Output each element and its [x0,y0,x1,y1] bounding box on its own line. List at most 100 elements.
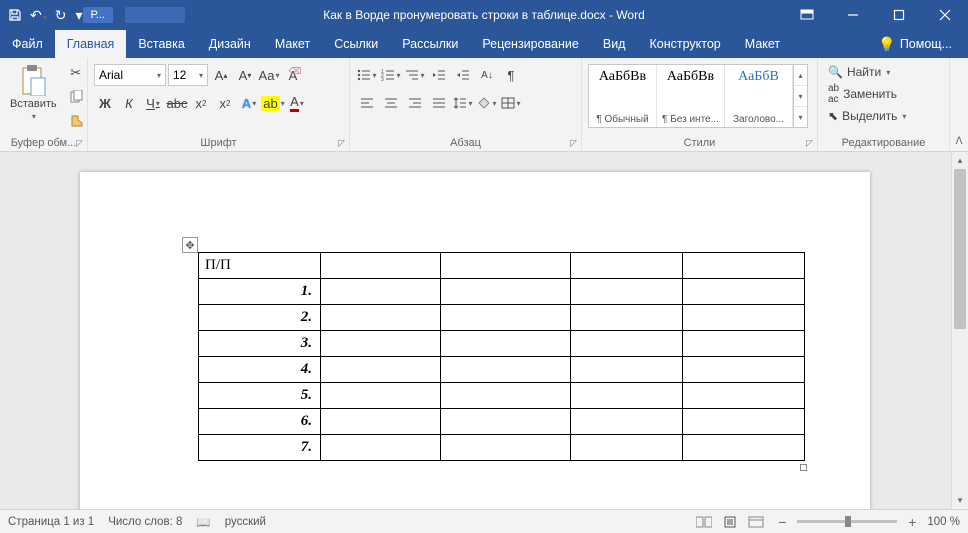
table-cell[interactable]: 7. [199,435,321,461]
redo-icon[interactable]: ↻ [55,7,67,24]
user-badge[interactable]: Р... [83,7,113,23]
table-cell[interactable] [441,279,571,305]
sort-button[interactable]: A↓ [476,64,498,86]
style-no-spacing[interactable]: АаБбВв ¶ Без инте... [657,65,725,127]
tab-insert[interactable]: Вставка [126,30,196,58]
shrink-font-button[interactable]: A▾ [234,64,256,86]
table-cell[interactable] [441,409,571,435]
table-cell[interactable] [571,253,683,279]
cut-button[interactable]: ✂ [65,62,87,84]
close-button[interactable] [922,0,968,30]
maximize-button[interactable] [876,0,922,30]
tab-references[interactable]: Ссылки [322,30,390,58]
table-cell[interactable] [571,305,683,331]
replace-button[interactable]: abacЗаменить [824,82,901,106]
styles-scroll-down[interactable]: ▾ [794,86,807,107]
style-normal[interactable]: АаБбВв ¶ Обычный [589,65,657,127]
tab-mailings[interactable]: Рассылки [390,30,470,58]
grow-font-button[interactable]: A▴ [210,64,232,86]
table-cell[interactable] [683,409,805,435]
line-spacing-button[interactable]: ▾ [452,92,474,114]
zoom-level[interactable]: 100 % [927,516,960,528]
read-mode-button[interactable] [693,513,715,531]
collapse-ribbon-button[interactable]: ᐱ [950,58,968,151]
user-name-area[interactable] [125,7,185,23]
font-dialog-launcher[interactable]: ◸ [338,138,345,149]
table-cell[interactable]: 5. [199,383,321,409]
scroll-thumb[interactable] [954,169,966,329]
italic-button[interactable]: К [118,92,140,114]
table-cell[interactable] [571,409,683,435]
increase-indent-button[interactable] [452,64,474,86]
vertical-scrollbar[interactable]: ▴ ▾ [951,152,968,509]
bullets-button[interactable]: ▾ [356,64,378,86]
clipboard-dialog-launcher[interactable]: ◸ [76,138,83,149]
save-icon[interactable] [8,8,22,22]
tab-table-layout[interactable]: Макет [733,30,792,58]
tab-layout[interactable]: Макет [263,30,322,58]
font-color-button[interactable]: A▾ [286,92,308,114]
paragraph-dialog-launcher[interactable]: ◸ [570,138,577,149]
select-button[interactable]: ⬉Выделить▾ [824,108,910,124]
highlight-button[interactable]: ab▾ [262,92,284,114]
web-layout-button[interactable] [745,513,767,531]
styles-scroll-up[interactable]: ▴ [794,65,807,86]
tab-review[interactable]: Рецензирование [470,30,591,58]
table-cell[interactable]: 2. [199,305,321,331]
table-cell[interactable] [441,305,571,331]
align-left-button[interactable] [356,92,378,114]
scroll-down-button[interactable]: ▾ [952,492,968,509]
table-cell[interactable]: 4. [199,357,321,383]
ribbon-display-options-icon[interactable] [784,0,830,30]
tab-file[interactable]: Файл [0,30,55,58]
tab-table-design[interactable]: Конструктор [637,30,732,58]
styles-gallery[interactable]: АаБбВв ¶ Обычный АаБбВв ¶ Без инте... Аа… [588,64,808,128]
table-cell[interactable] [571,279,683,305]
table-cell[interactable] [683,357,805,383]
qat-customize-icon[interactable]: ▾ [75,7,82,24]
table-header-cell[interactable]: П/П [199,253,321,279]
table-cell[interactable] [571,383,683,409]
clear-formatting-button[interactable]: A⌫ [282,64,304,86]
align-right-button[interactable] [404,92,426,114]
strikethrough-button[interactable]: abc [166,92,188,114]
change-case-button[interactable]: Aa▾ [258,64,280,86]
table-cell[interactable] [683,435,805,461]
table-move-handle[interactable]: ✥ [182,237,198,253]
zoom-out-button[interactable]: − [775,514,789,530]
page[interactable]: ✥ П/П 1. 2. 3. 4. 5. 6. 7. [80,172,870,509]
table-cell[interactable]: 3. [199,331,321,357]
table-cell[interactable] [441,435,571,461]
superscript-button[interactable]: x2 [214,92,236,114]
tell-me[interactable]: 💡Помощ... [866,30,968,58]
styles-expand[interactable]: ▾ [794,107,807,127]
paste-button[interactable]: Вставить ▾ [6,62,61,123]
numbering-button[interactable]: 123▾ [380,64,402,86]
table-cell[interactable] [571,357,683,383]
table-cell[interactable] [321,435,441,461]
zoom-in-button[interactable]: + [905,514,919,530]
table-cell[interactable] [441,357,571,383]
table-cell[interactable] [571,435,683,461]
table-cell[interactable]: 6. [199,409,321,435]
zoom-slider[interactable] [797,520,897,523]
tab-home[interactable]: Главная [55,30,127,58]
text-effects-button[interactable]: A▾ [238,92,260,114]
decrease-indent-button[interactable] [428,64,450,86]
style-heading1[interactable]: АаБбВ Заголово... [725,65,793,127]
show-marks-button[interactable]: ¶ [500,64,522,86]
find-button[interactable]: 🔍Найти▾ [824,64,894,80]
table-cell[interactable] [441,331,571,357]
undo-icon[interactable]: ↶▾ [30,7,47,24]
styles-dialog-launcher[interactable]: ◸ [806,138,813,149]
table-cell[interactable] [683,279,805,305]
table-cell[interactable] [441,383,571,409]
table-cell[interactable] [321,383,441,409]
underline-button[interactable]: Ч▾ [142,92,164,114]
bold-button[interactable]: Ж [94,92,116,114]
borders-button[interactable]: ▾ [500,92,522,114]
minimize-button[interactable] [830,0,876,30]
table-resize-handle[interactable] [800,464,807,471]
shading-button[interactable]: ▾ [476,92,498,114]
subscript-button[interactable]: x2 [190,92,212,114]
